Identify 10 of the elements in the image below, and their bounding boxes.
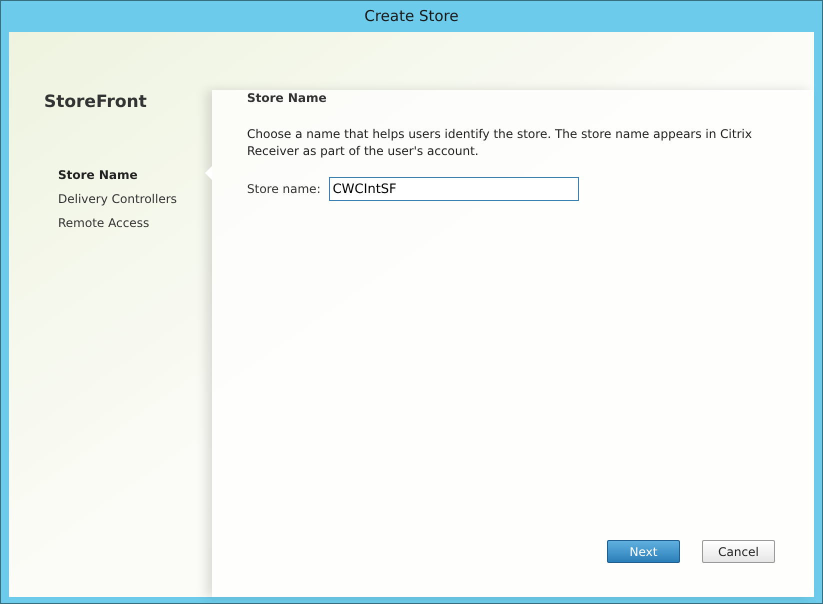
- step-item[interactable]: Store Name: [58, 166, 212, 184]
- field-label: Store name:: [247, 181, 321, 198]
- page-heading: Store Name: [247, 90, 328, 107]
- store-name-field[interactable]: CWCIntSF: [328, 177, 579, 201]
- window-title: Create Store: [364, 6, 459, 28]
- description-text: Choose a name that helps users identify the store. The store name appears in Citrix Receiver as part of the user's account.: [247, 126, 753, 160]
- step-item[interactable]: Remote Access: [58, 214, 212, 232]
- product-title: StoreFront: [44, 91, 148, 114]
- cancel-button[interactable]: Cancel: [702, 540, 775, 563]
- step-item[interactable]: Delivery Controllers: [58, 190, 212, 208]
